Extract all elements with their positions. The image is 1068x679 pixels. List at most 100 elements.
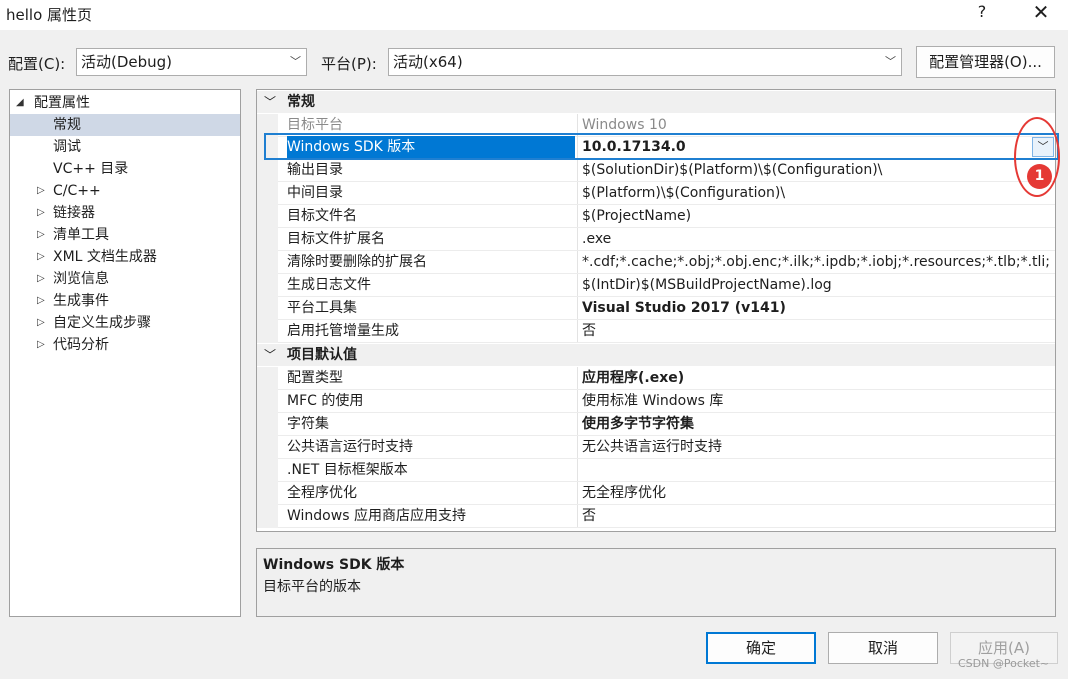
sdk-version-dropdown-button[interactable]: ﹀ [1032, 137, 1054, 157]
property-value: Windows 10 [582, 117, 667, 133]
tree-item-vc-directories[interactable]: VC++ 目录 [10, 158, 240, 180]
property-name: .NET 目标框架版本 [287, 462, 408, 478]
property-value[interactable]: 10.0.17134.0 [582, 136, 1055, 159]
config-manager-button[interactable]: 配置管理器(O)... [916, 46, 1055, 78]
grid-row-platform-toolset[interactable]: 平台工具集 Visual Studio 2017 (v141) [257, 297, 1055, 320]
chevron-down-icon: ﹀ [885, 55, 896, 68]
property-value: $(ProjectName) [582, 208, 692, 224]
chevron-down-icon: ﹀ [264, 95, 277, 109]
tree-item-build-events[interactable]: ▷ 生成事件 [10, 290, 240, 312]
tree-item-label: 链接器 [53, 205, 95, 221]
property-name: 中间目录 [287, 185, 343, 201]
property-value: 无公共语言运行时支持 [582, 439, 722, 455]
section-title: 项目默认值 [287, 347, 357, 363]
help-button[interactable]: ? [972, 2, 992, 21]
watermark: CSDN @Pocket~ [958, 657, 1050, 670]
grid-row-build-log-file[interactable]: 生成日志文件 $(IntDir)$(MSBuildProjectName).lo… [257, 274, 1055, 297]
annotation-badge: 1 [1027, 164, 1052, 189]
tree-item-code-analysis[interactable]: ▷ 代码分析 [10, 334, 240, 356]
grid-row-managed-incremental-build[interactable]: 启用托管增量生成 否 [257, 320, 1055, 343]
grid-row-target-platform[interactable]: 目标平台 Windows 10 [257, 114, 1055, 137]
property-value: 否 [582, 323, 596, 339]
title-bar [0, 0, 1068, 30]
section-general[interactable]: ﹀ 常规 [257, 91, 1055, 113]
tree-item-label: 常规 [53, 117, 81, 133]
cancel-button[interactable]: 取消 [828, 632, 938, 664]
tree-item-label: 清单工具 [53, 227, 109, 243]
collapsed-triangle-icon: ▷ [37, 251, 45, 262]
property-value: 否 [582, 508, 596, 524]
property-name: 目标文件扩展名 [287, 231, 385, 247]
tree-item-linker[interactable]: ▷ 链接器 [10, 202, 240, 224]
grid-row-whole-program-optimization[interactable]: 全程序优化 无全程序优化 [257, 482, 1055, 505]
property-name: Windows SDK 版本 [287, 136, 575, 159]
platform-combo[interactable]: 活动(x64) ﹀ [388, 48, 902, 76]
collapsed-triangle-icon: ▷ [37, 295, 45, 306]
property-value: 应用程序(.exe) [582, 370, 685, 386]
tree-item-c-cpp[interactable]: ▷ C/C++ [10, 180, 240, 202]
collapsed-triangle-icon: ▷ [37, 273, 45, 284]
tree-item-label: XML 文档生成器 [53, 249, 157, 265]
property-name: 启用托管增量生成 [287, 323, 399, 339]
property-value: 无全程序优化 [582, 485, 666, 501]
tree-item-general[interactable]: 常规 [10, 114, 240, 136]
property-name: 输出目录 [287, 162, 343, 178]
grid-row-character-set[interactable]: 字符集 使用多字节字符集 [257, 413, 1055, 436]
property-name: MFC 的使用 [287, 393, 364, 409]
tree-root-label: 配置属性 [34, 95, 90, 111]
tree-item-custom-build-step[interactable]: ▷ 自定义生成步骤 [10, 312, 240, 334]
property-value: $(Platform)\$(Configuration)\ [582, 185, 786, 201]
property-name: 全程序优化 [287, 485, 357, 501]
grid-row-clean-extensions[interactable]: 清除时要删除的扩展名 *.cdf;*.cache;*.obj;*.obj.enc… [257, 251, 1055, 274]
property-value: $(SolutionDir)$(Platform)\$(Configuratio… [582, 162, 883, 178]
property-name: Windows 应用商店应用支持 [287, 508, 466, 524]
config-combo[interactable]: 活动(Debug) ﹀ [76, 48, 307, 76]
grid-row-use-of-mfc[interactable]: MFC 的使用 使用标准 Windows 库 [257, 390, 1055, 413]
property-value: .exe [582, 231, 612, 247]
description-title: Windows SDK 版本 [263, 557, 405, 573]
tree-item-label: 调试 [53, 139, 81, 155]
chevron-down-icon: ﹀ [290, 55, 301, 68]
tree-item-label: VC++ 目录 [53, 161, 129, 177]
tree-item-debugging[interactable]: 调试 [10, 136, 240, 158]
tree-item-browse-info[interactable]: ▷ 浏览信息 [10, 268, 240, 290]
tree-item-label: 生成事件 [53, 293, 109, 309]
grid-row-dotnet-target-framework[interactable]: .NET 目标框架版本 [257, 459, 1055, 482]
description-text: 目标平台的版本 [263, 579, 361, 595]
grid-row-target-ext[interactable]: 目标文件扩展名 .exe [257, 228, 1055, 251]
property-name: 生成日志文件 [287, 277, 371, 293]
grid-row-clr-support[interactable]: 公共语言运行时支持 无公共语言运行时支持 [257, 436, 1055, 459]
grid-row-output-dir[interactable]: 输出目录 $(SolutionDir)$(Platform)\$(Configu… [257, 159, 1055, 182]
close-button[interactable]: ✕ [1026, 0, 1056, 24]
grid-row-target-name[interactable]: 目标文件名 $(ProjectName) [257, 205, 1055, 228]
collapsed-triangle-icon: ▷ [37, 317, 45, 328]
grid-row-intermediate-dir[interactable]: 中间目录 $(Platform)\$(Configuration)\ [257, 182, 1055, 205]
ok-button[interactable]: 确定 [706, 632, 816, 664]
tree-item-manifest-tool[interactable]: ▷ 清单工具 [10, 224, 240, 246]
tree-item-label: C/C++ [53, 183, 101, 199]
chevron-down-icon: ﹀ [1037, 140, 1049, 153]
collapsed-triangle-icon: ▷ [37, 229, 45, 240]
tree-root-config-properties[interactable]: ◢ 配置属性 [10, 92, 240, 114]
config-combo-value: 活动(Debug) [81, 53, 173, 71]
platform-label: 平台(P): [321, 55, 377, 73]
tree-item-xml-doc-generator[interactable]: ▷ XML 文档生成器 [10, 246, 240, 268]
property-name: 清除时要删除的扩展名 [287, 254, 427, 270]
section-title: 常规 [287, 94, 315, 110]
property-value: *.cdf;*.cache;*.obj;*.obj.enc;*.ilk;*.ip… [582, 254, 1051, 270]
grid-row-windows-sdk-version[interactable]: Windows SDK 版本 10.0.17134.0 [257, 136, 1055, 159]
property-name: 目标平台 [287, 117, 343, 133]
config-label: 配置(C): [8, 55, 66, 73]
tree-item-label: 自定义生成步骤 [53, 315, 151, 331]
section-project-defaults[interactable]: ﹀ 项目默认值 [257, 344, 1055, 366]
tree-item-label: 代码分析 [53, 337, 109, 353]
property-value: Visual Studio 2017 (v141) [582, 300, 786, 316]
property-value: 使用标准 Windows 库 [582, 393, 724, 409]
window-title: hello 属性页 [6, 6, 93, 24]
grid-row-configuration-type[interactable]: 配置类型 应用程序(.exe) [257, 367, 1055, 390]
property-value: $(IntDir)$(MSBuildProjectName).log [582, 277, 832, 293]
collapsed-triangle-icon: ▷ [37, 339, 45, 350]
tree-item-label: 浏览信息 [53, 271, 109, 287]
grid-row-windows-store-app-support[interactable]: Windows 应用商店应用支持 否 [257, 505, 1055, 528]
description-panel: Windows SDK 版本 目标平台的版本 [256, 548, 1056, 617]
